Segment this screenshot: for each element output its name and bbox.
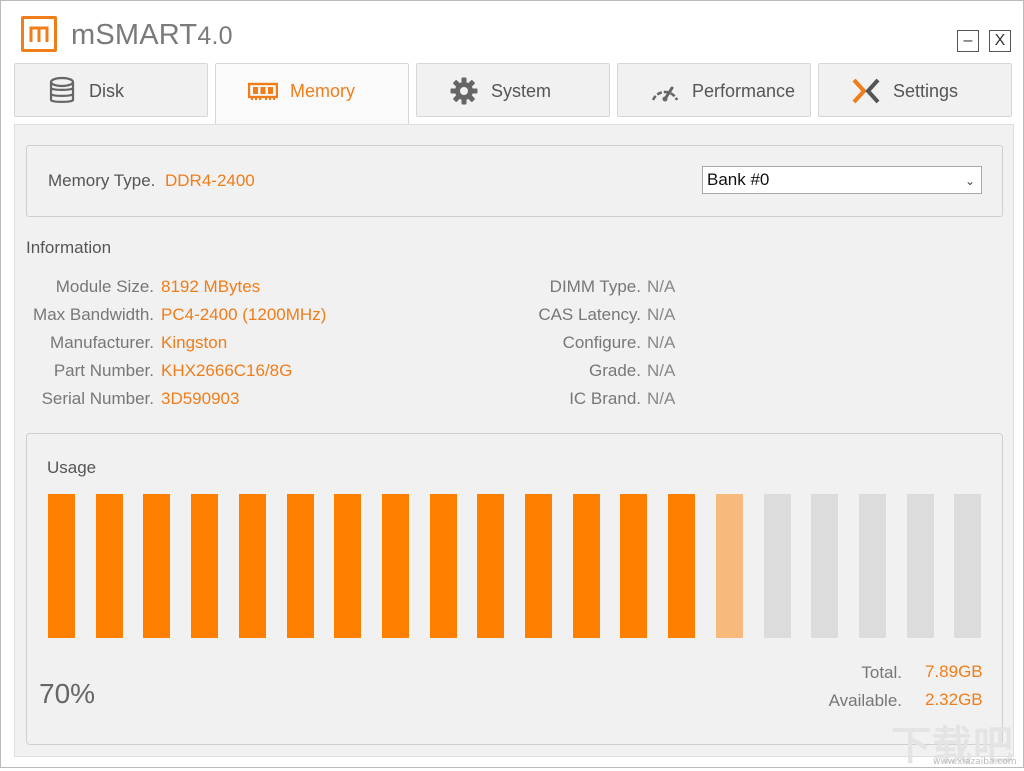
memory-chip-icon — [248, 82, 278, 100]
bank-select-value: Bank #0 — [707, 170, 770, 189]
m-logo-icon — [29, 26, 49, 42]
info-left-value: Kingston — [161, 333, 228, 352]
chevron-down-icon: ⌄ — [964, 174, 975, 188]
usage-bar-segment — [191, 494, 218, 638]
info-right-value: N/A — [647, 333, 676, 352]
tab-system[interactable]: System — [416, 63, 610, 117]
speedometer-icon — [651, 86, 679, 102]
info-left-label: Max Bandwidth. — [33, 305, 154, 324]
tab-memory-label: Memory — [290, 81, 356, 101]
usage-percent: 70% — [39, 678, 96, 709]
info-left-value: PC4-2400 (1200MHz) — [161, 305, 327, 324]
usage-bar-segment — [287, 494, 314, 638]
usage-bar-meter — [48, 494, 988, 638]
app-title: mSMART4.0 — [71, 19, 233, 52]
memory-type-label: Memory Type. — [48, 171, 156, 190]
usage-bar-segment — [96, 494, 123, 638]
x-cross-icon — [852, 78, 880, 104]
usage-bar-segment — [954, 494, 981, 638]
tab-performance-label: Performance — [692, 81, 796, 101]
usage-bar-segment — [716, 494, 743, 638]
info-right-label: Grade. — [589, 361, 641, 380]
memory-type-value: DDR4-2400 — [165, 171, 255, 190]
memory-panel: Memory Type. DDR4-2400 Bank #0 ⌄ Informa… — [14, 124, 1014, 757]
usage-bar-segment — [620, 494, 647, 638]
usage-bar-segment — [382, 494, 409, 638]
minimize-button[interactable]: – — [957, 30, 979, 52]
memory-type-box: Memory Type. DDR4-2400 Bank #0 ⌄ — [26, 145, 1003, 217]
database-icon — [49, 76, 75, 103]
info-left-value: KHX2666C16/8G — [161, 361, 293, 380]
usage-bar-segment — [334, 494, 361, 638]
usage-bar-segment — [430, 494, 457, 638]
info-right-value: N/A — [647, 305, 676, 324]
info-left-label: Manufacturer. — [50, 333, 154, 352]
info-left-label: Serial Number. — [41, 389, 154, 408]
usage-bar-segment — [573, 494, 600, 638]
tab-settings[interactable]: Settings — [818, 63, 1012, 117]
tab-performance[interactable]: Performance — [617, 63, 811, 117]
tab-settings-label: Settings — [893, 81, 959, 101]
close-button[interactable]: X — [989, 30, 1011, 52]
usage-bar-segment — [239, 494, 266, 638]
usage-bar-segment — [859, 494, 886, 638]
tab-disk[interactable]: Disk — [14, 63, 208, 117]
watermark-logo: 下载吧 www.xiazaiba.com — [891, 713, 1024, 769]
watermark-url: www.xiazaiba.com — [933, 757, 1017, 767]
usage-bar-segment — [143, 494, 170, 638]
app-title-version: 4.0 — [197, 22, 233, 50]
info-right-value: N/A — [647, 389, 676, 408]
info-left-label: Module Size. — [55, 277, 154, 296]
available-label: Available. — [828, 691, 902, 710]
app-window: mSMART4.0 – X Disk Memory System Perform… — [0, 0, 1024, 769]
info-left-value: 3D590903 — [161, 389, 240, 408]
information-title: Information — [26, 238, 112, 257]
bank-select[interactable]: Bank #0 ⌄ — [702, 166, 982, 194]
tab-system-label: System — [491, 81, 552, 101]
info-right-label: CAS Latency. — [538, 305, 641, 324]
total-label: Total. — [861, 663, 902, 682]
usage-bar-segment — [668, 494, 695, 638]
app-logo — [21, 16, 57, 52]
info-left-value: 8192 MBytes — [161, 277, 261, 296]
app-title-name: mSMART — [71, 19, 198, 51]
tab-disk-label: Disk — [89, 81, 124, 101]
usage-bar-segment — [48, 494, 75, 638]
tab-bar: Disk Memory System Performance Settings — [14, 63, 1014, 125]
tab-memory[interactable]: Memory — [215, 63, 409, 125]
info-right-value: N/A — [647, 361, 676, 380]
usage-box: Usage 70% Total. 7.89GB Available. 2.32G… — [26, 433, 1003, 745]
usage-bar-segment — [764, 494, 791, 638]
available-value: 2.32GB — [925, 690, 983, 709]
usage-title: Usage — [47, 458, 97, 477]
title-bar: mSMART4.0 – X — [1, 1, 1023, 61]
info-right-label: DIMM Type. — [549, 277, 641, 296]
total-value: 7.89GB — [925, 662, 983, 681]
usage-bar-segment — [525, 494, 552, 638]
info-right-label: IC Brand. — [569, 389, 641, 408]
info-right-value: N/A — [647, 277, 676, 296]
info-left-label: Part Number. — [53, 361, 154, 380]
usage-bar-segment — [811, 494, 838, 638]
gear-icon — [450, 77, 478, 105]
info-right-label: Configure. — [562, 333, 641, 352]
usage-bar-segment — [907, 494, 934, 638]
usage-bar-segment — [477, 494, 504, 638]
